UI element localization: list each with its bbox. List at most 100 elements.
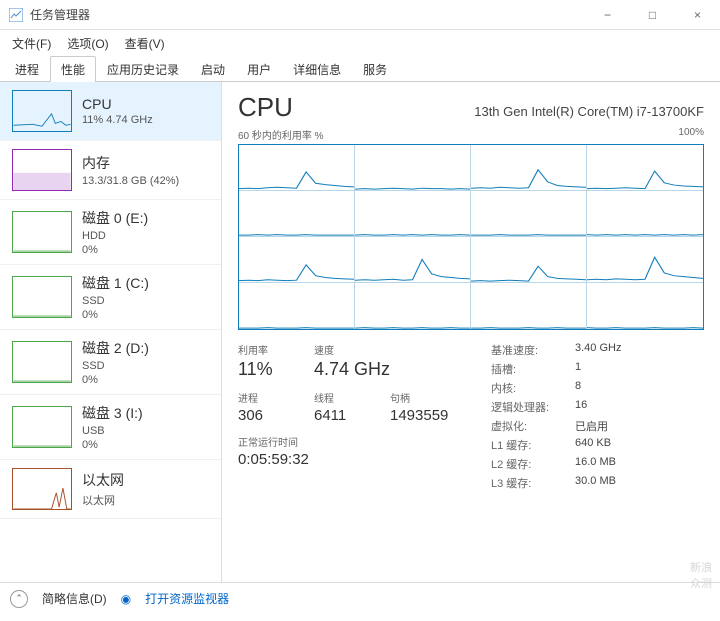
core-graph-8 (239, 237, 355, 283)
info-row-3: 逻辑处理器: 16 (491, 399, 704, 415)
core-graph-1 (355, 145, 471, 191)
watermark: 新浪众测 (690, 559, 712, 591)
info-row-5: L1 缓存: 640 KB (491, 437, 704, 453)
thumb-icon (12, 149, 72, 191)
stat-handle-label: 句柄 (390, 390, 448, 405)
core-graph-0 (239, 145, 355, 191)
info-row-6: L2 缓存: 16.0 MB (491, 456, 704, 472)
info-key: 逻辑处理器: (491, 399, 575, 415)
sidebar-item-disk-3[interactable]: 磁盘 1 (C:) SSD 0% (0, 265, 221, 330)
thumb-icon (12, 341, 72, 383)
stat-uptime-label: 正常运行时间 (238, 434, 451, 449)
stat-proc-label: 进程 (238, 390, 292, 405)
resmon-icon: ◉ (121, 592, 131, 606)
tab-users[interactable]: 用户 (236, 56, 282, 82)
thumb-icon (12, 211, 72, 253)
tab-performance[interactable]: 性能 (50, 56, 96, 82)
info-key: L2 缓存: (491, 456, 575, 472)
sidebar-item-sub: 13.3/31.8 GB (42%) (82, 175, 213, 187)
sidebar-item-title: 磁盘 3 (I:) (82, 403, 213, 423)
taskmgr-icon (8, 7, 24, 23)
tab-processes[interactable]: 进程 (4, 56, 50, 82)
sidebar-item-net-6[interactable]: 以太网 以太网 (0, 460, 221, 519)
core-graph-5 (355, 191, 471, 237)
minimize-button[interactable]: − (585, 0, 630, 30)
info-row-0: 基准速度: 3.40 GHz (491, 342, 704, 358)
window-controls: − □ × (585, 0, 720, 29)
info-value: 16 (575, 399, 704, 415)
menubar: 文件(F) 选项(O) 查看(V) (0, 30, 720, 56)
sidebar-item-sub: USB (82, 425, 213, 437)
core-graph-13 (355, 283, 471, 329)
core-graph-11 (587, 237, 703, 283)
maximize-button[interactable]: □ (630, 0, 675, 30)
sidebar-item-disk-4[interactable]: 磁盘 2 (D:) SSD 0% (0, 330, 221, 395)
core-graph-6 (471, 191, 587, 237)
sidebar-item-sub: 11% 4.74 GHz (82, 114, 213, 126)
info-row-2: 内核: 8 (491, 380, 704, 396)
info-key: 虚拟化: (491, 418, 575, 434)
window-title: 任务管理器 (30, 6, 585, 23)
stat-util-value: 11% (238, 359, 292, 380)
sidebar-item-sub2: 0% (82, 244, 213, 256)
info-value: 640 KB (575, 437, 704, 453)
sidebar-item-sub: SSD (82, 360, 213, 372)
thumb-icon (12, 406, 72, 448)
core-graph-2 (471, 145, 587, 191)
sidebar-item-disk-2[interactable]: 磁盘 0 (E:) HDD 0% (0, 200, 221, 265)
core-graph-15 (587, 283, 703, 329)
core-graph-4 (239, 191, 355, 237)
tab-details[interactable]: 详细信息 (282, 56, 352, 82)
stat-handle-value: 1493559 (390, 407, 448, 424)
info-key: 基准速度: (491, 342, 575, 358)
close-button[interactable]: × (675, 0, 720, 30)
menu-options[interactable]: 选项(O) (59, 31, 116, 56)
sidebar-item-sub: HDD (82, 230, 213, 242)
stat-speed-label: 速度 (314, 342, 390, 357)
thumb-icon (12, 90, 72, 132)
sidebar-item-cpu-0[interactable]: CPU 11% 4.74 GHz (0, 82, 221, 141)
menu-view[interactable]: 查看(V) (117, 31, 173, 56)
graph-label-right: 100% (678, 127, 704, 142)
core-graph-12 (239, 283, 355, 329)
cpu-heading: CPU (238, 92, 293, 123)
info-value: 30.0 MB (575, 475, 704, 491)
cpu-info-table: 基准速度: 3.40 GHz 插槽: 1 内核: 8 逻辑处理器: 16 虚拟化… (491, 342, 704, 494)
info-row-1: 插槽: 1 (491, 361, 704, 377)
sidebar-item-sub: 以太网 (82, 492, 213, 508)
core-graph-7 (587, 191, 703, 237)
info-key: 内核: (491, 380, 575, 396)
stat-util-label: 利用率 (238, 342, 292, 357)
info-value: 3.40 GHz (575, 342, 704, 358)
sidebar-item-title: CPU (82, 96, 213, 112)
tabs: 进程 性能 应用历史记录 启动 用户 详细信息 服务 (0, 56, 720, 82)
sidebar-item-title: 内存 (82, 153, 213, 173)
cpu-model: 13th Gen Intel(R) Core(TM) i7-13700KF (474, 104, 704, 119)
core-graph-grid[interactable] (238, 144, 704, 330)
sidebar-item-title: 磁盘 2 (D:) (82, 338, 213, 358)
brief-view-link[interactable]: 简略信息(D) (42, 590, 107, 607)
tab-services[interactable]: 服务 (352, 56, 398, 82)
menu-file[interactable]: 文件(F) (4, 31, 59, 56)
info-value: 已启用 (575, 418, 704, 434)
sidebar-item-sub2: 0% (82, 374, 213, 386)
info-key: 插槽: (491, 361, 575, 377)
sidebar-item-title: 磁盘 0 (E:) (82, 208, 213, 228)
graph-label-left: 60 秒内的利用率 % (238, 127, 324, 142)
thumb-icon (12, 276, 72, 318)
main-panel: CPU 13th Gen Intel(R) Core(TM) i7-13700K… (222, 82, 720, 582)
core-graph-3 (587, 145, 703, 191)
sidebar-item-title: 磁盘 1 (C:) (82, 273, 213, 293)
tab-app-history[interactable]: 应用历史记录 (96, 56, 190, 82)
resource-monitor-link[interactable]: 打开资源监视器 (145, 590, 229, 607)
thumb-icon (12, 468, 72, 510)
stat-proc-value: 306 (238, 407, 292, 424)
footer: ⌃ 简略信息(D) ◉ 打开资源监视器 (0, 582, 720, 614)
tab-startup[interactable]: 启动 (190, 56, 236, 82)
chevron-up-icon[interactable]: ⌃ (10, 590, 28, 608)
stat-speed-value: 4.74 GHz (314, 359, 390, 380)
info-value: 8 (575, 380, 704, 396)
sidebar-item-mem-1[interactable]: 内存 13.3/31.8 GB (42%) (0, 141, 221, 200)
sidebar-item-disk-5[interactable]: 磁盘 3 (I:) USB 0% (0, 395, 221, 460)
sidebar[interactable]: CPU 11% 4.74 GHz 内存 13.3/31.8 GB (42%) 磁… (0, 82, 222, 582)
